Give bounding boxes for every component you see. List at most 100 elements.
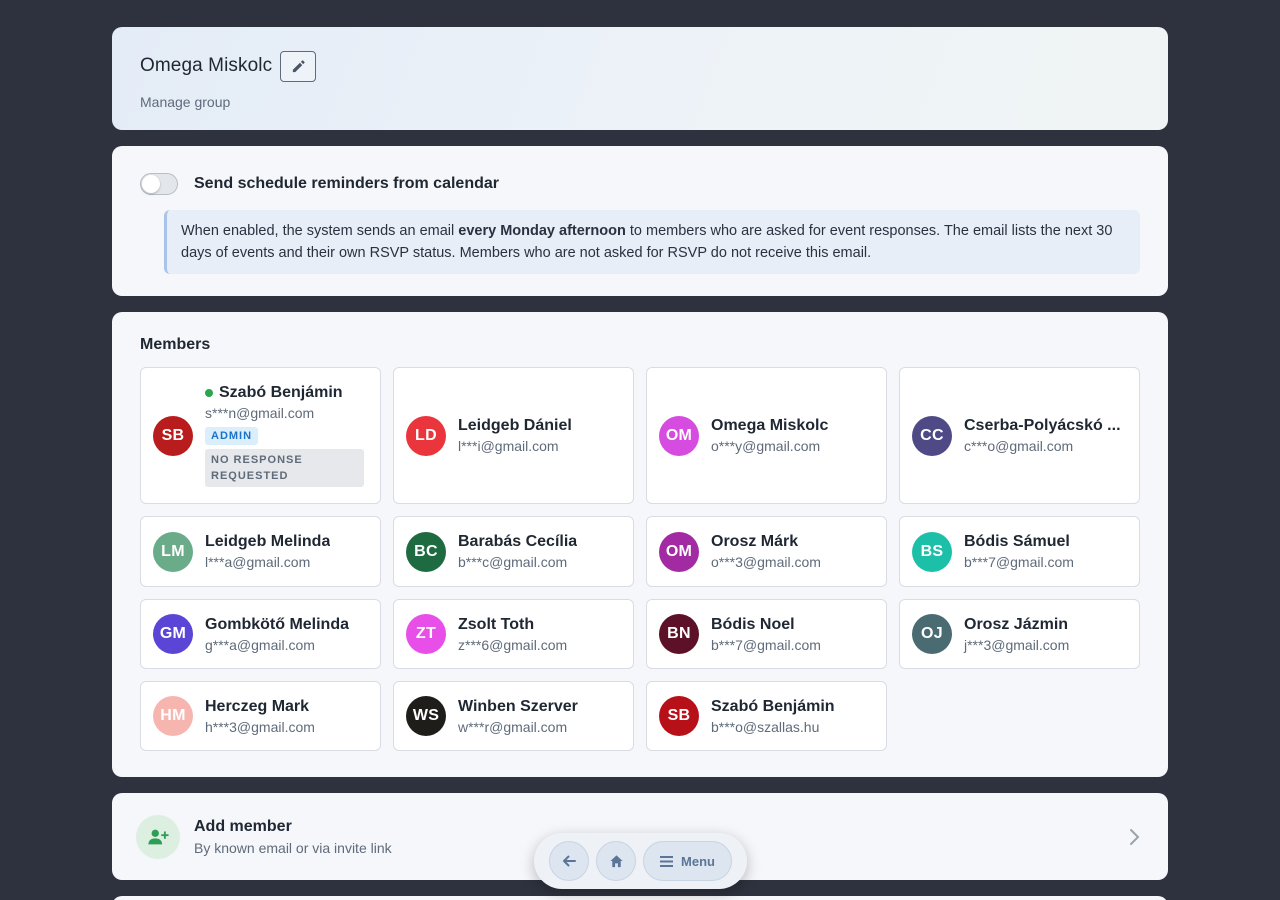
member-name-row: Cserba-Polyácskó ... <box>964 417 1127 435</box>
member-name: Cserba-Polyácskó ... <box>964 417 1121 434</box>
member-info: Gombkötő Melinda g***a@gmail.com <box>205 616 368 653</box>
member-card[interactable]: BN Bódis Noel b***7@gmail.com <box>646 599 887 669</box>
members-title: Members <box>140 336 211 353</box>
member-name-row: Orosz Márk <box>711 533 874 551</box>
avatar: BN <box>659 614 699 654</box>
member-name: Leidgeb Dániel <box>458 417 572 434</box>
add-person-icon <box>136 814 180 859</box>
member-email: s***n@gmail.com <box>205 405 315 421</box>
avatar: ZT <box>406 614 446 654</box>
member-name-row: Barabás Cecília <box>458 533 621 551</box>
avatar: BC <box>406 531 446 572</box>
toggle-knob <box>142 175 160 193</box>
online-status-dot <box>205 389 213 397</box>
page-title: Omega Miskolc <box>140 55 273 76</box>
member-card[interactable]: ZT Zsolt Toth z***6@gmail.com <box>393 599 634 669</box>
info-text-before: When enabled, the system sends an email <box>181 223 459 239</box>
avatar: CC <box>912 415 952 456</box>
member-info: Cserba-Polyácskó ... c***o@gmail.com <box>964 417 1127 454</box>
member-card[interactable]: CC Cserba-Polyácskó ... c***o@gmail.com <box>899 367 1140 504</box>
members-card: Members SB Szabó Benjámin s***n@gmail.com A… <box>112 312 1168 777</box>
avatar: GM <box>153 614 193 654</box>
member-email: b***7@gmail.com <box>964 554 1074 570</box>
member-info: Bódis Noel b***7@gmail.com <box>711 616 874 653</box>
reminder-toggle-row: Send schedule reminders from calendar <box>140 172 1140 196</box>
member-info: Herczeg Mark h***3@gmail.com <box>205 698 368 735</box>
member-info: Zsolt Toth z***6@gmail.com <box>458 616 621 653</box>
member-info: Leidgeb Melinda l***a@gmail.com <box>205 533 368 570</box>
edit-name-button[interactable] <box>280 50 317 82</box>
member-card[interactable]: OM Omega Miskolc o***y@gmail.com <box>646 367 887 504</box>
member-email: w***r@gmail.com <box>458 718 568 735</box>
member-email: b***o@szallas.hu <box>711 718 820 735</box>
member-name: Szabó Benjámin <box>711 697 835 715</box>
avatar: OM <box>659 531 699 572</box>
avatar: LM <box>153 531 193 572</box>
reminders-card: Send schedule reminders from calendar Wh… <box>112 146 1168 296</box>
member-info: Bódis Sámuel b***7@gmail.com <box>964 533 1127 570</box>
member-name-row: Bódis Sámuel <box>964 533 1127 551</box>
member-card[interactable]: WS Winben Szerver w***r@gmail.com <box>393 681 634 751</box>
avatar: HM <box>153 696 193 736</box>
member-name: Omega Miskolc <box>711 417 829 434</box>
reminder-toggle[interactable] <box>140 173 178 195</box>
info-text-bold: every Monday afternoon <box>458 223 626 239</box>
chevron-right-icon <box>1124 827 1144 847</box>
floating-nav: Menu <box>534 833 747 889</box>
member-name-row: Gombkötő Melinda <box>205 616 368 634</box>
member-card[interactable]: OM Orosz Márk o***3@gmail.com <box>646 516 887 587</box>
member-name: Szabó Benjámin <box>219 384 343 401</box>
member-name: Herczeg Mark <box>205 697 310 715</box>
member-card[interactable]: LM Leidgeb Melinda l***a@gmail.com <box>140 516 381 587</box>
hamburger-icon <box>660 855 674 867</box>
member-email: z***6@gmail.com <box>458 636 568 653</box>
avatar: LD <box>406 415 446 456</box>
member-name: Bódis Sámuel <box>964 533 1070 550</box>
member-card[interactable]: HM Herczeg Mark h***3@gmail.com <box>140 681 381 751</box>
member-name: Orosz Jázmin <box>964 615 1069 633</box>
member-name-row: Winben Szerver <box>458 698 621 716</box>
avatar: SB <box>659 696 699 736</box>
member-name: Barabás Cecília <box>458 533 578 550</box>
title-row: Omega Miskolc <box>140 50 1140 82</box>
member-email: h***3@gmail.com <box>205 718 315 735</box>
member-info: Winben Szerver w***r@gmail.com <box>458 698 621 735</box>
member-name: Orosz Márk <box>711 533 799 550</box>
member-info: Leidgeb Dániel l***i@gmail.com <box>458 417 621 454</box>
home-button[interactable] <box>596 841 636 881</box>
reminder-info-box: When enabled, the system sends an email … <box>164 210 1140 274</box>
member-info: Orosz Jázmin j***3@gmail.com <box>964 616 1127 653</box>
member-email: b***c@gmail.com <box>458 554 568 570</box>
back-button[interactable] <box>549 841 589 881</box>
avatar: WS <box>406 696 446 736</box>
member-email: o***y@gmail.com <box>711 438 821 454</box>
member-name: Zsolt Toth <box>458 615 535 633</box>
avatar: SB <box>153 415 193 456</box>
member-name-row: Szabó Benjámin <box>711 698 874 716</box>
member-email: c***o@gmail.com <box>964 438 1074 454</box>
member-card[interactable]: SB Szabó Benjámin s***n@gmail.com ADMIN NO R… <box>140 367 381 504</box>
member-card[interactable]: BS Bódis Sámuel b***7@gmail.com <box>899 516 1140 587</box>
member-email: g***a@gmail.com <box>205 636 315 653</box>
menu-button[interactable]: Menu <box>643 841 732 881</box>
arrow-left-icon <box>563 855 576 867</box>
member-info: Szabó Benjámin s***n@gmail.com ADMIN NO RES… <box>205 384 368 487</box>
member-card[interactable]: BC Barabás Cecília b***c@gmail.com <box>393 516 634 587</box>
member-name: Bódis Noel <box>711 615 795 633</box>
member-card[interactable]: SB Szabó Benjámin b***o@szallas.hu <box>646 681 887 751</box>
member-card[interactable]: GM Gombkötő Melinda g***a@gmail.com <box>140 599 381 669</box>
member-name-row: Omega Miskolc <box>711 417 874 435</box>
member-name-row: Szabó Benjámin <box>205 384 368 402</box>
member-email: b***7@gmail.com <box>711 636 821 653</box>
member-name-row: Orosz Jázmin <box>964 616 1127 634</box>
member-email: l***a@gmail.com <box>205 554 311 570</box>
member-name-row: Bódis Noel <box>711 616 874 634</box>
member-card[interactable]: LD Leidgeb Dániel l***i@gmail.com <box>393 367 634 504</box>
member-name-row: Herczeg Mark <box>205 698 368 716</box>
member-card[interactable]: OJ Orosz Jázmin j***3@gmail.com <box>899 599 1140 669</box>
member-info: Barabás Cecília b***c@gmail.com <box>458 533 621 570</box>
page-subtitle: Manage group <box>140 94 231 110</box>
avatar: OM <box>659 415 699 456</box>
member-name-row: Leidgeb Dániel <box>458 417 621 435</box>
member-email: o***3@gmail.com <box>711 554 821 570</box>
